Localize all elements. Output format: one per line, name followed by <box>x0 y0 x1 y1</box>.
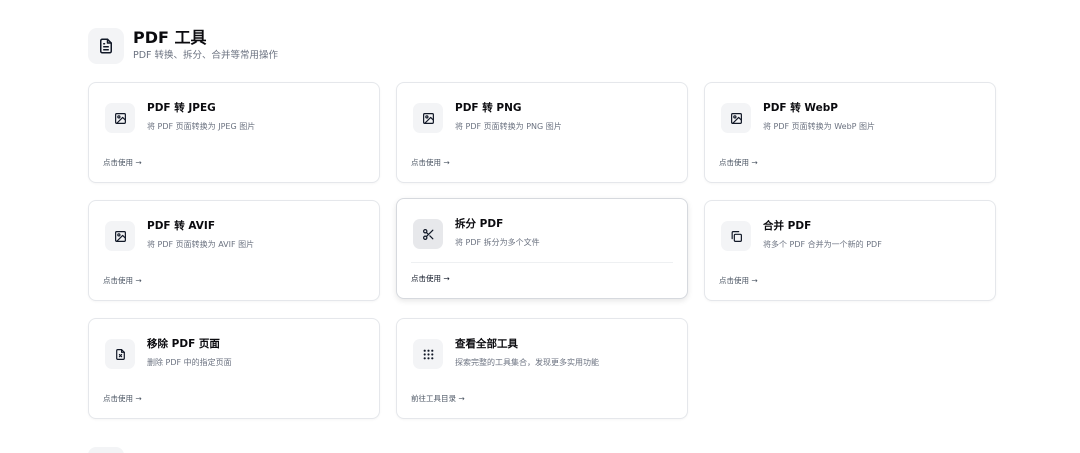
section-subtitle: PDF 转换、拆分、合并等常用操作 <box>133 49 279 61</box>
card-description: 将多个 PDF 合并为一个新的 PDF <box>763 240 882 249</box>
card-title: 拆分 PDF <box>455 218 504 230</box>
tool-card-pdf-to-avif[interactable]: PDF 转 AVIF 将 PDF 页面转换为 AVIF 图片 点击使用 → <box>88 200 380 301</box>
card-title: 移除 PDF 页面 <box>147 338 220 350</box>
card-divider <box>411 262 673 263</box>
card-description: 将 PDF 拆分为多个文件 <box>455 238 540 247</box>
card-action-link[interactable]: 点击使用 → <box>411 273 450 284</box>
card-description: 将 PDF 页面转换为 WebP 图片 <box>763 122 876 131</box>
card-title: PDF 转 WebP <box>763 102 838 114</box>
card-description: 探索完整的工具集合，发现更多实用功能 <box>455 358 599 367</box>
file-remove-icon <box>105 339 135 369</box>
tool-card-grid: PDF 转 JPEG 将 PDF 页面转换为 JPEG 图片 点击使用 → PD… <box>88 82 996 419</box>
card-description: 将 PDF 页面转换为 PNG 图片 <box>455 122 562 131</box>
next-section-icon <box>88 447 124 453</box>
card-description: 将 PDF 页面转换为 AVIF 图片 <box>147 240 255 249</box>
card-action-link[interactable]: 前往工具目录 → <box>411 393 465 404</box>
tool-card-pdf-to-jpeg[interactable]: PDF 转 JPEG 将 PDF 页面转换为 JPEG 图片 点击使用 → <box>88 82 380 183</box>
card-action-link[interactable]: 点击使用 → <box>719 275 758 286</box>
card-title: PDF 转 JPEG <box>147 102 216 114</box>
card-title: 合并 PDF <box>763 220 812 232</box>
card-title: PDF 转 AVIF <box>147 220 216 232</box>
card-title: PDF 转 PNG <box>455 102 522 114</box>
card-action-link[interactable]: 点击使用 → <box>411 157 450 168</box>
image-icon <box>413 103 443 133</box>
card-description: 将 PDF 页面转换为 JPEG 图片 <box>147 122 256 131</box>
image-icon <box>105 103 135 133</box>
section-header: PDF 工具 PDF 转换、拆分、合并等常用操作 <box>88 28 278 64</box>
document-icon <box>88 28 124 64</box>
scissors-icon <box>413 219 443 249</box>
card-action-link[interactable]: 点击使用 → <box>103 393 142 404</box>
card-action-link[interactable]: 点击使用 → <box>103 157 142 168</box>
section-title: PDF 工具 <box>133 27 207 47</box>
tool-card-pdf-to-png[interactable]: PDF 转 PNG 将 PDF 页面转换为 PNG 图片 点击使用 → <box>396 82 688 183</box>
pdf-tools-page: PDF 工具 PDF 转换、拆分、合并等常用操作 PDF 转 JPEG 将 PD… <box>0 0 1080 453</box>
copy-icon <box>721 221 751 251</box>
tool-card-pdf-to-webp[interactable]: PDF 转 WebP 将 PDF 页面转换为 WebP 图片 点击使用 → <box>704 82 996 183</box>
card-title: 查看全部工具 <box>455 338 518 350</box>
tool-card-merge-pdf[interactable]: 合并 PDF 将多个 PDF 合并为一个新的 PDF 点击使用 → <box>704 200 996 301</box>
tool-card-remove-pages[interactable]: 移除 PDF 页面 删除 PDF 中的指定页面 点击使用 → <box>88 318 380 419</box>
grid-dots-icon <box>413 339 443 369</box>
image-icon <box>105 221 135 251</box>
card-description: 删除 PDF 中的指定页面 <box>147 358 232 367</box>
image-icon <box>721 103 751 133</box>
card-action-link[interactable]: 点击使用 → <box>103 275 142 286</box>
tool-card-view-all[interactable]: 查看全部工具 探索完整的工具集合，发现更多实用功能 前往工具目录 → <box>396 318 688 419</box>
tool-card-split-pdf[interactable]: 拆分 PDF 将 PDF 拆分为多个文件 点击使用 → <box>396 198 688 299</box>
card-action-link[interactable]: 点击使用 → <box>719 157 758 168</box>
